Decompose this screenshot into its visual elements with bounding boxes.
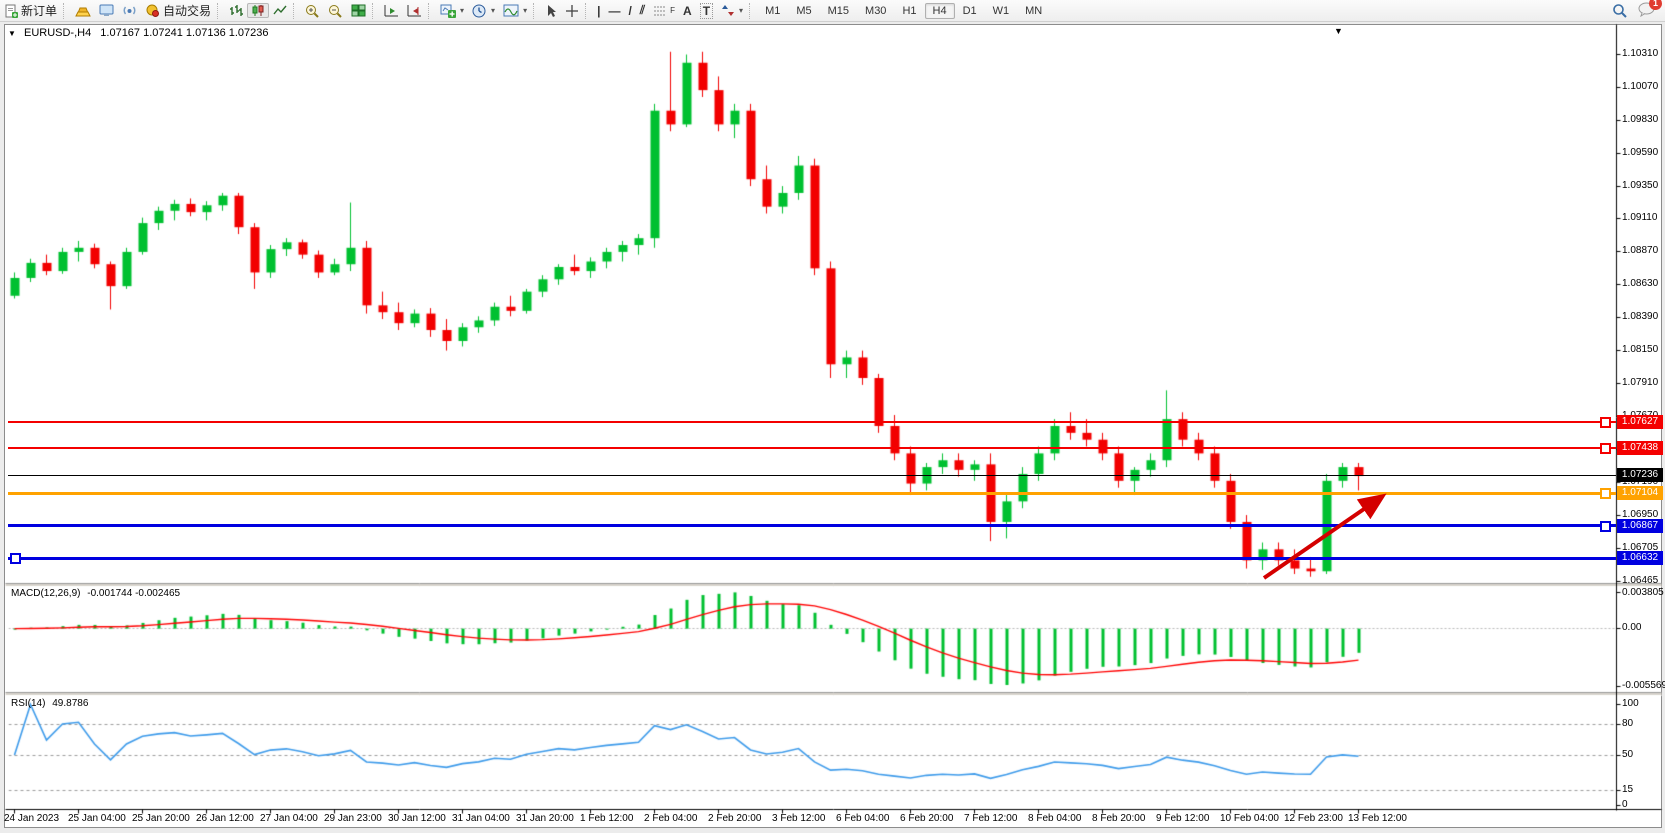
macd-label: MACD(12,26,9) [11,588,80,599]
time-tick-label: 25 Jan 04:00 [68,813,126,824]
line-handle[interactable] [1600,443,1611,454]
window-menu-triangle-icon[interactable]: ▼ [8,29,16,38]
horizontal-level-line-1.07627[interactable] [8,421,1616,423]
price-tick-label: 1.08150 [1622,344,1658,355]
time-tick-label: 24 Jan 2023 [4,813,59,824]
price-tick-label: 1.08630 [1622,278,1658,289]
rsi-axis-label: 0 [1622,799,1628,810]
price-level-badge: 1.07236 [1617,468,1663,482]
rsi-axis-label: 15 [1622,784,1633,795]
rsi-value: 49.8786 [52,698,88,709]
price-tick-label: 1.08390 [1622,311,1658,322]
price-tick-label: 1.06950 [1622,509,1658,520]
main-chart-canvas[interactable] [0,0,1665,833]
line-handle[interactable] [1600,521,1611,532]
price-level-badge: 1.07438 [1617,441,1663,455]
price-level-badge: 1.06867 [1617,519,1663,533]
time-tick-label: 2 Feb 04:00 [644,813,697,824]
time-tick-label: 8 Feb 20:00 [1092,813,1145,824]
price-tick-label: 1.09350 [1622,180,1658,191]
trend-arrow-annotation[interactable] [1252,486,1402,588]
price-level-badge: 1.07104 [1617,486,1663,500]
time-tick-label: 3 Feb 12:00 [772,813,825,824]
chart-title: EURUSD-,H4 [24,27,91,39]
time-tick-label: 30 Jan 12:00 [388,813,446,824]
price-tick-label: 1.07910 [1622,377,1658,388]
macd-axis-label: 0.00 [1622,622,1641,633]
time-tick-label: 9 Feb 12:00 [1156,813,1209,824]
rsi-axis-label: 50 [1622,749,1633,760]
rsi-label: RSI(14) [11,698,45,709]
price-tick-label: 1.06465 [1622,575,1658,586]
macd-axis-label: -0.005569 [1622,680,1665,691]
price-tick-label: 1.09110 [1622,212,1657,223]
time-tick-label: 2 Feb 20:00 [708,813,761,824]
time-tick-label: 29 Jan 23:00 [324,813,382,824]
line-handle[interactable] [1600,417,1611,428]
price-tick-label: 1.08870 [1622,245,1658,256]
rsi-label-row: RSI(14) 49.8786 [11,698,88,709]
time-tick-label: 8 Feb 04:00 [1028,813,1081,824]
line-handle[interactable] [1600,488,1611,499]
price-level-badge: 1.06632 [1617,551,1663,565]
rsi-axis-label: 100 [1622,698,1639,709]
chart-title-row: ▼ EURUSD-,H4 1.07167 1.07241 1.07136 1.0… [8,27,269,39]
time-tick-label: 31 Jan 20:00 [516,813,574,824]
price-tick-label: 1.09590 [1622,147,1658,158]
quick-menu-triangle-icon[interactable]: ▼ [1334,26,1343,36]
time-tick-label: 6 Feb 04:00 [836,813,889,824]
time-tick-label: 26 Jan 12:00 [196,813,254,824]
price-tick-label: 1.10070 [1622,81,1658,92]
mt4-terminal: { "toolbar": { "new_order_label": "新订单",… [0,0,1665,833]
time-tick-label: 10 Feb 04:00 [1220,813,1279,824]
price-tick-label: 1.09830 [1622,114,1658,125]
horizontal-level-line-1.07438[interactable] [8,447,1616,449]
time-tick-label: 6 Feb 20:00 [900,813,953,824]
macd-label-row: MACD(12,26,9) -0.001744 -0.002465 [11,588,180,599]
macd-axis-label: 0.003805 [1622,587,1664,598]
time-tick-label: 13 Feb 12:00 [1348,813,1407,824]
line-handle[interactable] [10,553,21,564]
time-tick-label: 27 Jan 04:00 [260,813,318,824]
time-tick-label: 31 Jan 04:00 [452,813,510,824]
time-tick-label: 7 Feb 12:00 [964,813,1017,824]
time-tick-label: 12 Feb 23:00 [1284,813,1343,824]
time-tick-label: 1 Feb 12:00 [580,813,633,824]
chart-ohlc-values: 1.07167 1.07241 1.07136 1.07236 [100,27,268,39]
time-tick-label: 25 Jan 20:00 [132,813,190,824]
horizontal-level-line-1.07236[interactable] [8,475,1616,476]
price-level-badge: 1.07627 [1617,415,1663,429]
rsi-axis-label: 80 [1622,718,1633,729]
price-tick-label: 1.10310 [1622,48,1658,59]
macd-values: -0.001744 -0.002465 [87,588,180,599]
